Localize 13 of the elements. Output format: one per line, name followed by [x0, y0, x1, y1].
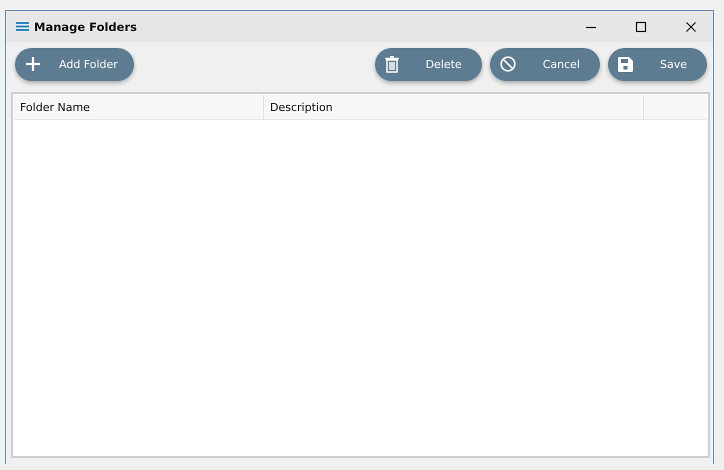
save-button[interactable]: Save — [608, 48, 707, 80]
cancel-button[interactable]: Cancel — [490, 48, 600, 80]
window-title: Manage Folders — [34, 20, 137, 34]
maximize-icon[interactable] — [635, 20, 647, 32]
column-header[interactable]: Description — [264, 95, 644, 119]
plus-icon — [25, 56, 41, 72]
menu-icon[interactable] — [16, 22, 29, 31]
column-header[interactable]: Folder Name — [14, 95, 264, 119]
close-icon[interactable] — [685, 20, 697, 32]
delete-button[interactable]: Delete — [374, 48, 482, 80]
cancel-icon — [500, 56, 516, 72]
add-folder-button[interactable]: Add Folder — [15, 48, 134, 80]
trash-icon — [384, 56, 399, 72]
